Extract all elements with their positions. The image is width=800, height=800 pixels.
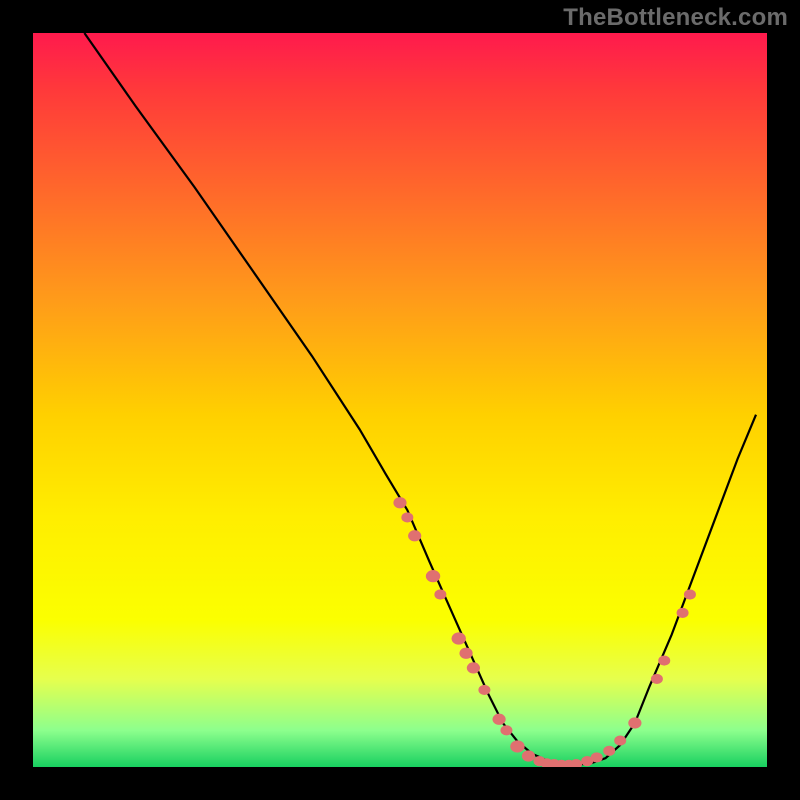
curve-svg (33, 33, 767, 767)
marker-dot (628, 717, 641, 728)
marker-dot (522, 750, 535, 761)
marker-dot (500, 725, 512, 735)
marker-dot (478, 685, 490, 695)
marker-dot (603, 746, 615, 756)
marker-dot (651, 674, 663, 684)
watermark-text: TheBottleneck.com (563, 4, 788, 32)
marker-dot (510, 740, 524, 752)
curve-path (84, 33, 756, 765)
marker-dot (492, 714, 505, 725)
marker-dot (570, 759, 582, 767)
marker-dot (408, 530, 421, 541)
marker-dot (591, 752, 603, 762)
marker-dot (658, 655, 670, 665)
markers-group (393, 497, 696, 767)
chart-container: TheBottleneck.com (0, 0, 800, 800)
marker-dot (452, 632, 466, 644)
marker-dot (677, 608, 689, 618)
marker-dot (434, 589, 446, 599)
marker-dot (393, 497, 406, 508)
marker-dot (684, 589, 696, 599)
marker-dot (426, 570, 440, 582)
marker-dot (467, 662, 480, 673)
marker-dot (614, 735, 626, 745)
marker-dot (401, 512, 413, 522)
plot-area (33, 33, 767, 767)
marker-dot (459, 648, 472, 659)
